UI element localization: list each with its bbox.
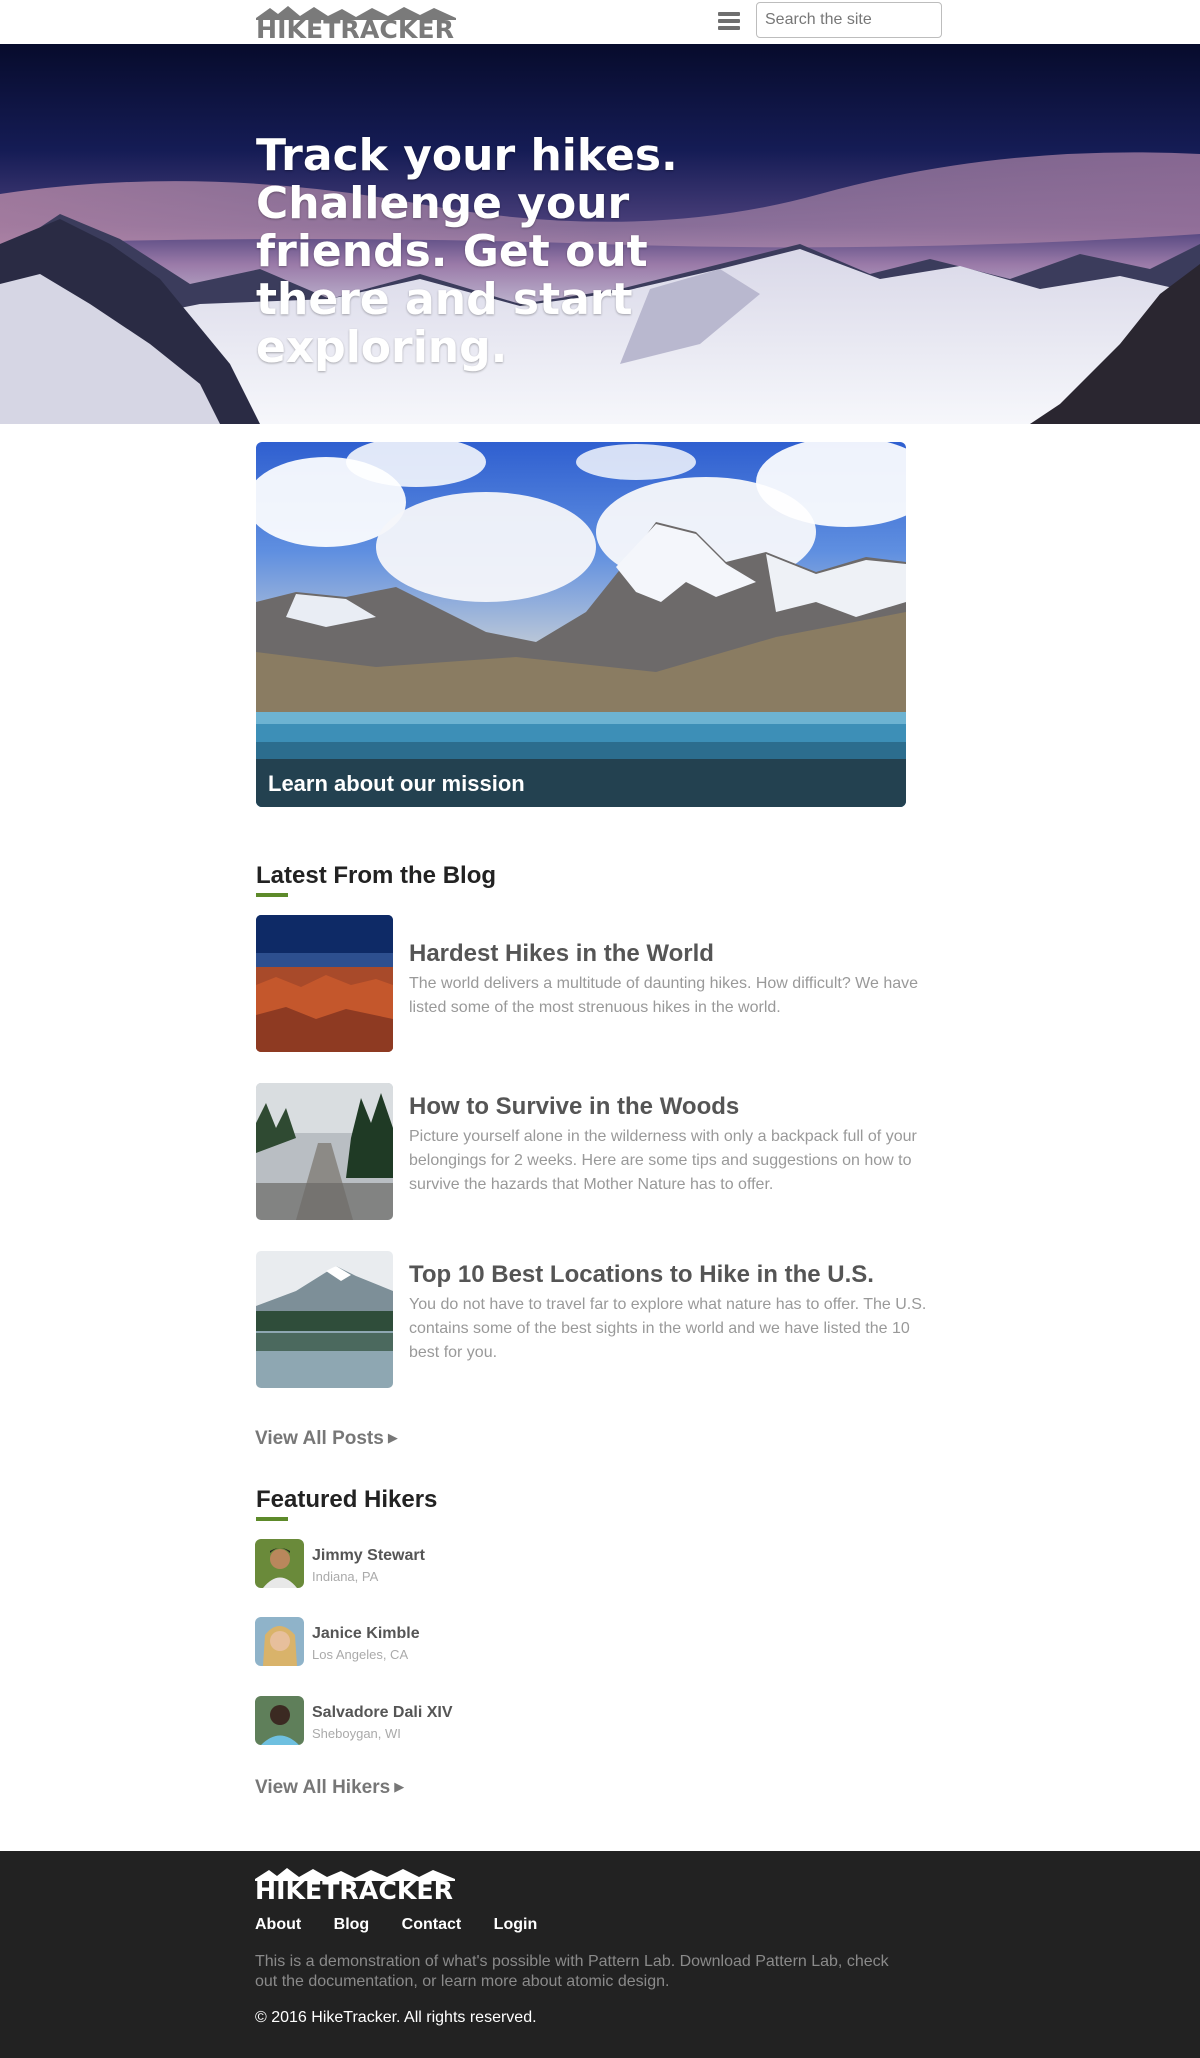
hiker-name[interactable]: Jimmy Stewart (312, 1547, 425, 1565)
blog-heading: Latest From the Blog (256, 862, 497, 889)
search-input[interactable] (756, 2, 942, 38)
footer-link-blog[interactable]: Blog (334, 1916, 370, 1933)
view-all-posts-link[interactable]: View All Posts ▶ (255, 1428, 398, 1450)
blog-post[interactable]: Hardest Hikes in the World The world del… (256, 915, 936, 1055)
hiker-name[interactable]: Salvadore Dali XIV (312, 1704, 453, 1722)
mission-card[interactable]: Learn about our mission (256, 442, 906, 807)
play-arrow-icon: ▶ (387, 1430, 398, 1445)
post-title[interactable]: How to Survive in the Woods (409, 1093, 739, 1121)
mission-lake-image (256, 442, 906, 807)
post-excerpt: You do not have to travel far to explore… (409, 1296, 927, 1361)
hiker-card[interactable]: Janice Kimble Los Angeles, CA (255, 1617, 555, 1667)
post-thumbnail-lake (256, 1251, 393, 1388)
footer-logo-text: HIKETRACKER (255, 1876, 453, 1901)
avatar (255, 1617, 304, 1666)
hero-title: Track your hikes. Challenge your friends… (256, 130, 678, 373)
post-thumbnail-woods (256, 1083, 393, 1220)
hiker-location: Los Angeles, CA (312, 1647, 409, 1662)
site-footer: HIKETRACKER About Blog Contact Login Thi… (0, 1851, 1200, 2058)
hikers-heading: Featured Hikers (256, 1486, 438, 1513)
site-logo[interactable]: HIKETRACKER (256, 4, 456, 40)
avatar (255, 1696, 304, 1745)
footer-nav: About Blog Contact Login (255, 1916, 565, 1934)
hamburger-icon[interactable] (718, 12, 740, 32)
hiker-name[interactable]: Janice Kimble (312, 1625, 420, 1643)
post-excerpt: Picture yourself alone in the wilderness… (409, 1128, 917, 1193)
post-title[interactable]: Hardest Hikes in the World (409, 940, 714, 968)
post-title[interactable]: Top 10 Best Locations to Hike in the U.S… (409, 1261, 874, 1289)
hiker-location: Indiana, PA (312, 1569, 379, 1584)
hikers-heading-rule (256, 1517, 288, 1521)
blog-post[interactable]: How to Survive in the Woods Picture your… (256, 1083, 936, 1223)
hiker-location: Sheboygan, WI (312, 1726, 401, 1741)
blog-post[interactable]: Top 10 Best Locations to Hike in the U.S… (256, 1251, 936, 1391)
footer-link-login[interactable]: Login (494, 1916, 538, 1933)
site-header: HIKETRACKER (0, 0, 1200, 44)
view-all-hikers-label: View All Hikers (255, 1777, 391, 1798)
post-excerpt: The world delivers a multitude of daunti… (409, 975, 919, 1016)
view-all-posts-label: View All Posts (255, 1428, 384, 1449)
view-all-hikers-link[interactable]: View All Hikers ▶ (255, 1777, 404, 1799)
play-arrow-icon: ▶ (394, 1779, 405, 1794)
blog-heading-rule (256, 893, 288, 897)
post-thumbnail-canyon (256, 915, 393, 1052)
hero-banner: Track your hikes. Challenge your friends… (0, 44, 1200, 424)
avatar (255, 1539, 304, 1588)
footer-logo[interactable]: HIKETRACKER (255, 1867, 455, 1906)
footer-link-contact[interactable]: Contact (402, 1916, 462, 1933)
logo-text: HIKETRACKER (256, 15, 454, 40)
hiker-card[interactable]: Salvadore Dali XIV Sheboygan, WI (255, 1696, 555, 1746)
footer-description: This is a demonstration of what's possib… (255, 1953, 889, 1990)
footer-copyright: © 2016 HikeTracker. All rights reserved. (255, 2009, 537, 2026)
hiker-card[interactable]: Jimmy Stewart Indiana, PA (255, 1539, 555, 1589)
mission-caption: Learn about our mission (256, 759, 906, 807)
footer-link-about[interactable]: About (255, 1916, 301, 1933)
